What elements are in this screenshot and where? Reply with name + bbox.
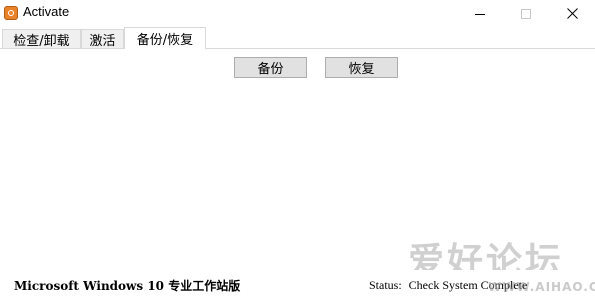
os-name-label: Microsoft Windows 10 专业工作站版 [14, 279, 241, 293]
status-label: Status: [369, 278, 402, 292]
tab-bar: 检查/卸载 激活 备份/恢复 [0, 27, 595, 49]
maximize-button[interactable] [503, 0, 549, 27]
restore-button[interactable]: 恢复 [325, 57, 398, 78]
tab-activate[interactable]: 激活 [81, 29, 124, 49]
close-icon [566, 8, 578, 19]
window-title: Activate [23, 4, 70, 19]
tab-check-uninstall[interactable]: 检查/卸载 [2, 29, 81, 49]
title-bar[interactable]: Activate [0, 0, 595, 27]
minimize-button[interactable] [457, 0, 503, 27]
app-icon [4, 6, 18, 20]
minimize-icon [475, 13, 485, 15]
tab-backup-restore[interactable]: 备份/恢复 [124, 27, 206, 49]
backup-button[interactable]: 备份 [234, 57, 307, 78]
maximize-icon [521, 8, 531, 19]
close-button[interactable] [549, 0, 595, 27]
activate-window: Activate 检查/卸载 激活 备份/恢复 备份 恢复 爱好论坛 Micro… [0, 0, 595, 307]
watermark-url: WWW.AIHAO.CC [488, 280, 595, 294]
